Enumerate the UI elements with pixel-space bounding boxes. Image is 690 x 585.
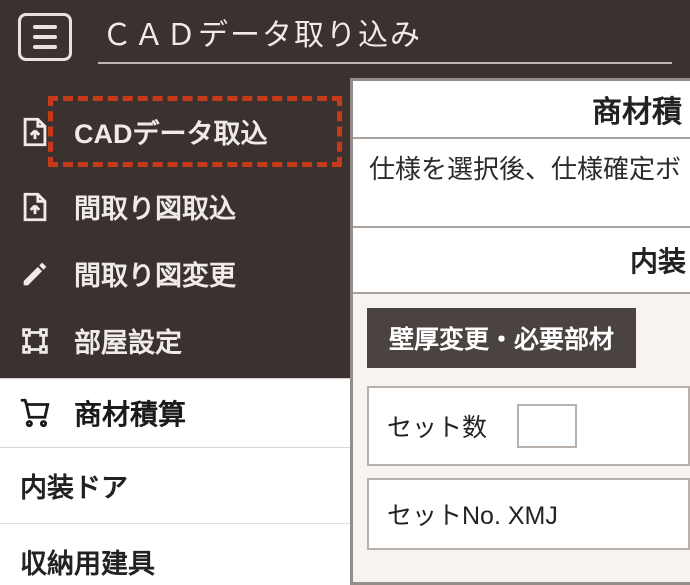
- titlebar: ＣＡＤデータ取り込み: [0, 0, 690, 78]
- sidebar-item-label: 間取り図取込: [74, 187, 236, 226]
- page-title: ＣＡＤデータ取り込み: [98, 10, 672, 64]
- panel-sub-header: 内装: [353, 228, 690, 292]
- wall-thickness-button[interactable]: 壁厚変更・必要部材: [367, 308, 636, 368]
- sidebar: CADデータ取込 間取り図取込 間取り図変更 部屋設定: [0, 78, 350, 585]
- sidebar-item-label: 部屋設定: [74, 321, 182, 360]
- sidebar-light-section: 商材積算 内装ドア 収納用建具: [0, 378, 350, 585]
- panel-description: 仕様を選択後、仕様確定ボ: [353, 139, 690, 228]
- form-row-set-count: セット数: [367, 386, 690, 466]
- sidebar-item-cad-import[interactable]: CADデータ取込: [8, 98, 342, 165]
- sidebar-item-floorplan-import[interactable]: 間取り図取込: [0, 173, 350, 240]
- sidebar-item-room-settings[interactable]: 部屋設定: [0, 307, 350, 374]
- form-row-set-no: セットNo. XMJ: [367, 478, 690, 550]
- sidebar-item-label: CADデータ取込: [74, 112, 268, 151]
- main: CADデータ取込 間取り図取込 間取り図変更 部屋設定: [0, 78, 690, 585]
- bounds-icon: [18, 324, 52, 358]
- sidebar-subitem-interior-door[interactable]: 内装ドア: [0, 448, 350, 524]
- sidebar-item-label: 商材積算: [74, 393, 186, 433]
- import-icon: [18, 115, 52, 149]
- content-panel: 商材積 仕様を選択後、仕様確定ボ 内装 壁厚変更・必要部材 セット数 セットNo…: [350, 78, 690, 585]
- sidebar-highlight: CADデータ取込: [8, 96, 342, 167]
- sidebar-subitem-storage[interactable]: 収納用建具: [0, 524, 350, 585]
- import-icon: [18, 190, 52, 224]
- set-count-input[interactable]: [517, 404, 577, 448]
- sidebar-item-label: 間取り図変更: [74, 254, 236, 293]
- cart-icon: [18, 396, 52, 430]
- menu-button[interactable]: [18, 13, 72, 61]
- form-label: セット数: [387, 408, 487, 444]
- edit-icon: [18, 257, 52, 291]
- sidebar-item-estimate[interactable]: 商材積算: [0, 379, 350, 447]
- sidebar-subitem-label: 内装ドア: [20, 473, 128, 503]
- panel-body: 壁厚変更・必要部材 セット数 セットNo. XMJ: [353, 292, 690, 582]
- panel-header: 商材積: [353, 81, 690, 139]
- form-label: セットNo. XMJ: [387, 496, 558, 532]
- sidebar-item-floorplan-edit[interactable]: 間取り図変更: [0, 240, 350, 307]
- sidebar-subitem-label: 収納用建具: [20, 549, 155, 579]
